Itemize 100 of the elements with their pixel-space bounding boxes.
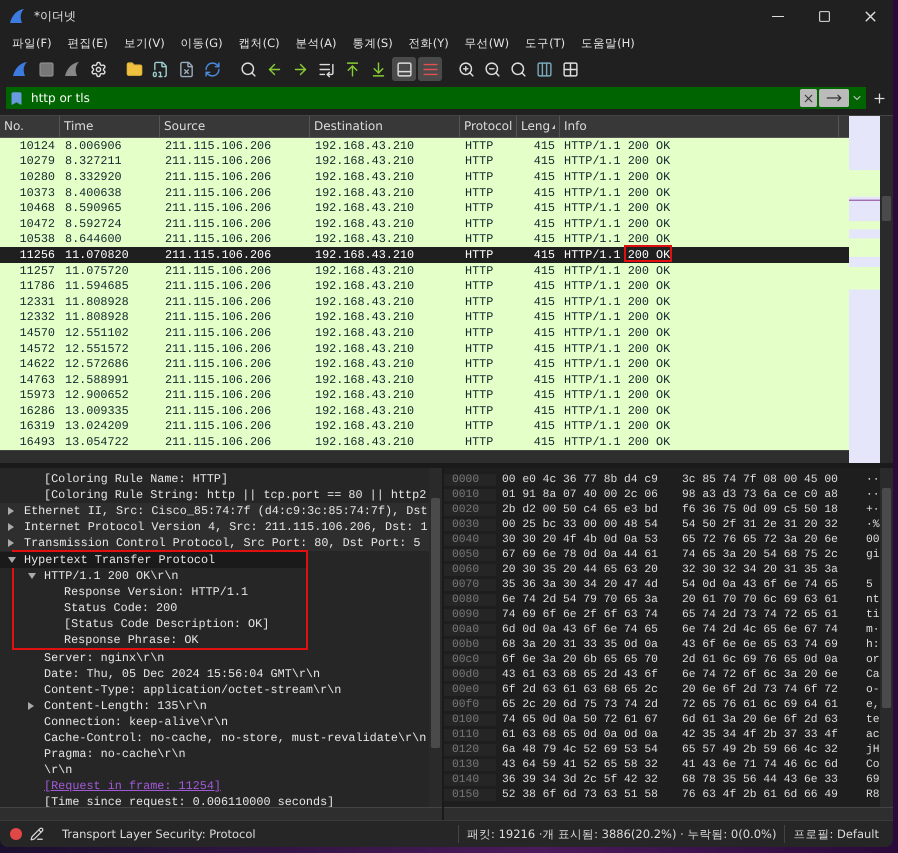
tree-row[interactable]: Date: Thu, 05 Dec 2024 15:56:04 GMT\r\n: [0, 666, 429, 682]
column-header[interactable]: Source: [160, 116, 310, 137]
hex-bytes: 6e 74 2d 4c 65 6e 67 74: [681, 624, 839, 636]
table-cell-text: 211.115.106.206: [164, 310, 272, 324]
add-button[interactable]: [872, 90, 887, 106]
tree-row[interactable]: Response Phrase: OK: [0, 632, 306, 648]
table-cell-text: 13.054722: [64, 435, 130, 450]
table-cell-text: HTTP: [464, 201, 494, 216]
filter-field[interactable]: http or tls: [27, 87, 797, 109]
table-cell-text: 211.115.106.206: [164, 388, 272, 402]
tree-row[interactable]: Internet Protocol Version 4, Src: 211.115.106.206, Dst: 1: [0, 519, 429, 535]
table-cell-text: 211.115.106.206: [164, 216, 272, 231]
table-cell-text: 192.168.43.210: [314, 232, 416, 246]
bookmark-icon[interactable]: [9, 90, 24, 106]
vertical-scrollbar[interactable]: [880, 116, 893, 463]
hex-bytes: 67 69 6e 78 0d 0a 44 61: [501, 548, 659, 560]
clear-button[interactable]: [800, 89, 817, 107]
menu-item[interactable]: 파일(F): [4, 34, 60, 52]
tree-row[interactable]: \r\n: [0, 762, 429, 778]
table-cell-text: 211.115.106.206: [164, 186, 272, 200]
tree-row[interactable]: [Request in frame: 11254]: [0, 778, 429, 794]
horizontal-scrollbar[interactable]: [0, 450, 849, 463]
expanded-arrow-icon[interactable]: [8, 557, 16, 563]
tree-row[interactable]: Ethernet II, Src: Cisco_85:74:7f (d4:c9:3c:85:74:7f), Dst: [0, 503, 429, 519]
file-close-icon: [178, 60, 194, 78]
column-header[interactable]: Protocol: [460, 116, 517, 137]
table-cell-text: HTTP: [464, 310, 494, 324]
settings-icon: [90, 60, 106, 78]
column-header[interactable]: Leng: [517, 116, 560, 137]
tree-row[interactable]: Cache-Control: no-cache, no-store, must-revalidate\r\n: [0, 730, 429, 746]
status-text: Transport Layer Security: Protocol: [62, 827, 257, 841]
vertical-scrollbar[interactable]: [880, 468, 893, 807]
menu-item[interactable]: 편집(E): [60, 34, 116, 52]
table-cell-text: 14763: [18, 372, 56, 387]
menu-item[interactable]: 도움말(H): [573, 34, 643, 52]
table-cell-text: 415: [532, 310, 556, 324]
menu-item[interactable]: 도구(T): [517, 34, 574, 52]
tree-row[interactable]: [Status Code Description: OK]: [0, 616, 306, 632]
hex-bytes: 30 30 20 4f 4b 0d 0a 53: [501, 534, 659, 546]
table-cell-text: 211.115.106.206: [164, 326, 272, 340]
tree-row[interactable]: [Coloring Rule String: http || tcp.port == 80 || http2: [0, 487, 429, 503]
menu-item[interactable]: 캡처(C): [230, 34, 288, 52]
byte-offset: 0030: [444, 518, 496, 530]
menu-item[interactable]: 분석(A): [288, 34, 344, 52]
hex-bytes: 74 65 3a 20 54 68 75 2c: [681, 548, 839, 560]
table-cell-text: HTTP/1.1 200 OK: [563, 154, 672, 168]
table-cell-text: 11.808928: [64, 310, 130, 324]
apply-button[interactable]: [819, 89, 849, 107]
table-cell-text: 211.115.106.206: [164, 419, 272, 434]
vertical-scrollbar[interactable]: [429, 468, 442, 807]
column-header[interactable]: No.: [0, 116, 60, 137]
table-cell-text: HTTP/1.1 200 OK: [563, 342, 672, 356]
tree-row[interactable]: Content-Length: 135\r\n: [0, 698, 429, 714]
ascii-text: ac: [865, 728, 880, 740]
tree-row[interactable]: Connection: keep-alive\r\n: [0, 714, 429, 730]
column-header[interactable]: Info: [560, 116, 839, 137]
table-cell-text: 192.168.43.210: [314, 154, 416, 168]
byte-offset: 0110: [444, 728, 496, 740]
capture-status-icon[interactable]: [10, 828, 22, 840]
hex-bytes: 72 65 76 61 6c 69 64 61: [681, 698, 839, 710]
tree-row[interactable]: Transmission Control Protocol, Src Port: 80, Dst Port: 5: [0, 535, 429, 551]
hex-bytes: 6a 48 79 4c 52 69 53 54: [501, 744, 659, 756]
table-cell-text: 10468: [18, 201, 56, 216]
tree-row[interactable]: [Coloring Rule Name: HTTP]: [0, 471, 429, 487]
table-cell-text: HTTP/1.1 200 OK: [563, 264, 672, 278]
column-header[interactable]: Destination: [310, 116, 460, 137]
frame-link[interactable]: [Request in frame: 11254]: [44, 779, 221, 793]
tree-row[interactable]: HTTP/1.1 200 OK\r\n: [0, 568, 306, 584]
tree-row[interactable]: Status Code: 200: [0, 600, 306, 616]
tree-row[interactable]: Response Version: HTTP/1.1: [0, 584, 306, 600]
packet-row[interactable]: 11256 11.070820 211.115.106.206 192.168.43.210 HTTP 415 HTTP/1.1 200 OK: [0, 247, 849, 263]
tree-row[interactable]: Pragma: no-cache\r\n: [0, 746, 429, 762]
table-cell-text: 11.594685: [64, 279, 130, 294]
profile-label[interactable]: 프로필: Default: [793, 826, 879, 842]
tree-row[interactable]: Content-Type: application/octet-stream\r\n: [0, 682, 429, 698]
table-cell-text: HTTP/1.1 200 OK: [563, 310, 672, 324]
table-cell-text: 12.551572: [64, 342, 130, 356]
horizontal-scrollbar[interactable]: [444, 807, 893, 820]
table-cell-text: 12.572686: [64, 357, 130, 372]
ascii-text: gi: [865, 548, 880, 560]
collapsed-arrow-icon[interactable]: [28, 702, 34, 710]
edit-comment-icon[interactable]: [30, 827, 44, 841]
menu-item[interactable]: 전화(Y): [400, 34, 457, 52]
colorize-button[interactable]: [418, 57, 442, 81]
table-cell-text: 192.168.43.210: [314, 279, 416, 294]
table-cell-text: 8.400638: [64, 186, 123, 200]
menu-item[interactable]: 보기(V): [116, 34, 173, 52]
columns-icon: [536, 60, 552, 78]
menu-item[interactable]: 이동(G): [172, 34, 231, 52]
tree-row[interactable]: Server: nginx\r\n: [0, 650, 429, 666]
menu-item[interactable]: 무선(W): [456, 34, 518, 52]
hex-bytes: 01 91 8a 07 40 00 2c 06: [501, 488, 659, 500]
autoscroll-button[interactable]: [392, 57, 416, 81]
byte-offset: 0060: [444, 564, 496, 576]
expanded-arrow-icon[interactable]: [28, 573, 36, 579]
column-header[interactable]: Time: [60, 116, 160, 137]
tree-row[interactable]: Hypertext Transfer Protocol: [0, 552, 306, 568]
hex-bytes: 74 65 0d 0a 50 72 61 67: [501, 714, 659, 726]
horizontal-scrollbar[interactable]: [0, 807, 442, 820]
menu-item[interactable]: 통계(S): [344, 34, 401, 52]
